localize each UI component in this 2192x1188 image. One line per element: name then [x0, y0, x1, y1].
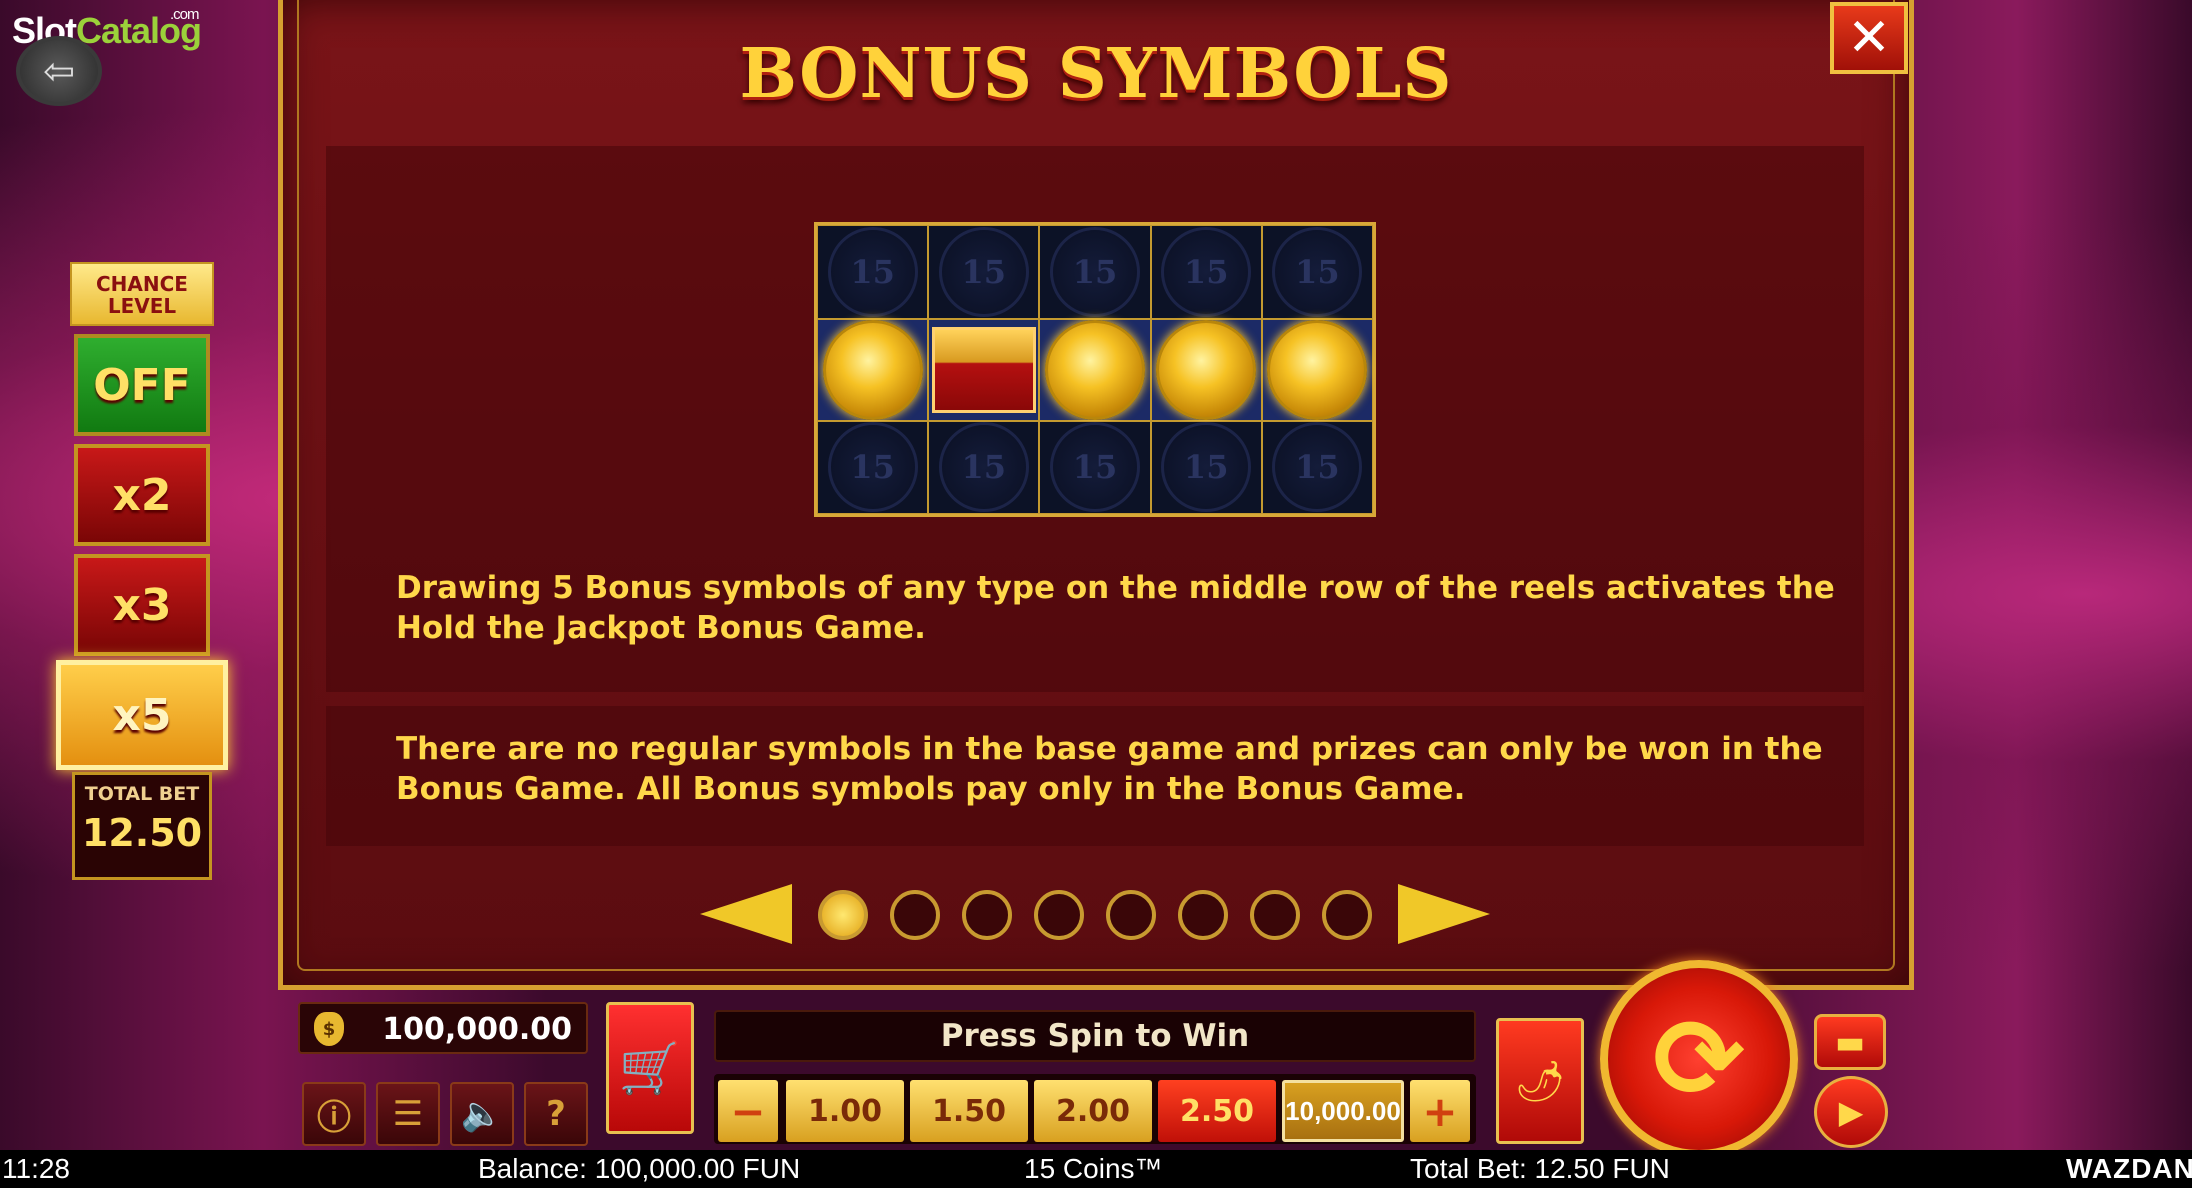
status-message: Press Spin to Win: [714, 1010, 1476, 1062]
wazdan-logo: WAZDAN: [2066, 1153, 2192, 1184]
page-dot-3[interactable]: [962, 890, 1012, 940]
footer-balance: Balance: 100,000.00 FUN: [478, 1153, 801, 1184]
inactive-coin-symbol: 15: [938, 422, 1029, 513]
page-dot-5[interactable]: [1106, 890, 1156, 940]
gold-coin-bonus-symbol: [1267, 319, 1368, 420]
game-name: 15 Coins™: [1024, 1153, 1163, 1184]
chance-x5-button[interactable]: x5: [56, 660, 228, 770]
balance-value: 100,000.00: [382, 1012, 572, 1047]
cart-icon: 🛒: [618, 1038, 682, 1097]
bet-option-selected[interactable]: 2.50: [1158, 1080, 1276, 1142]
page-dot-4[interactable]: [1034, 890, 1084, 940]
inactive-coin-symbol: 15: [827, 422, 918, 513]
inactive-coin-symbol: 15: [1272, 226, 1363, 317]
gold-coin-bonus-symbol: [822, 319, 923, 420]
bet-increase-button[interactable]: +: [1410, 1080, 1470, 1142]
prev-page-arrow-icon[interactable]: [700, 884, 792, 944]
page-dot-1[interactable]: [818, 890, 868, 940]
close-button[interactable]: ✕: [1830, 2, 1908, 74]
spin-button[interactable]: ⟳: [1600, 960, 1798, 1158]
gold-coin-bonus-symbol: [1044, 319, 1145, 420]
autoplay-button[interactable]: ▶: [1814, 1076, 1888, 1148]
money-bag-icon: $: [314, 1012, 344, 1046]
page-dot-2[interactable]: [890, 890, 940, 940]
bet-selector: − 1.00 1.50 2.00 2.50 10,000.00 +: [714, 1074, 1476, 1144]
inactive-coin-symbol: 15: [1161, 226, 1252, 317]
footer-total-bet: Total Bet: 12.50 FUN: [1410, 1153, 1670, 1184]
rule-text-activation: Drawing 5 Bonus symbols of any type on t…: [396, 570, 1835, 646]
page-dot-7[interactable]: [1250, 890, 1300, 940]
clock: 11:28: [2, 1153, 70, 1184]
bet-option[interactable]: 1.50: [910, 1080, 1028, 1142]
status-footer: 11:28 Balance: 100,000.00 FUN 15 Coins™ …: [0, 1150, 2192, 1188]
buy-feature-button[interactable]: 🛒: [606, 1002, 694, 1134]
inactive-coin-symbol: 15: [938, 226, 1029, 317]
bet-option[interactable]: 1.00: [786, 1080, 904, 1142]
next-page-arrow-icon[interactable]: [1398, 884, 1490, 944]
sound-icon[interactable]: 🔈: [450, 1082, 514, 1146]
chili-feature-button[interactable]: 🌶: [1496, 1018, 1584, 1144]
bet-option[interactable]: 2.00: [1034, 1080, 1152, 1142]
close-icon: ✕: [1847, 8, 1891, 68]
gold-coin-bonus-symbol: [1156, 319, 1257, 420]
treasure-chest-bonus-symbol: [931, 326, 1036, 413]
page-navigation: [700, 884, 1500, 944]
turbo-button[interactable]: ▬: [1814, 1014, 1886, 1070]
reel-illustration: 15 15 15 15 15 15 15 15 15 15: [814, 222, 1376, 517]
control-bar: $ 100,000.00 ⓘ ☰ 🔈 ? 🛒 Press Spin to Win…: [0, 960, 2192, 1158]
inactive-coin-symbol: 15: [1049, 226, 1140, 317]
autoplay-icon: ▶: [1838, 1093, 1864, 1131]
total-bet-display: TOTAL BET 12.50: [72, 772, 212, 880]
chance-level-panel: CHANCE LEVEL OFF x2 x3 x5 TOTAL BET 12.50: [56, 262, 228, 882]
page-dot-6[interactable]: [1178, 890, 1228, 940]
max-bet-option[interactable]: 10,000.00: [1282, 1080, 1404, 1142]
inactive-coin-symbol: 15: [1272, 422, 1363, 513]
balance-box: $ 100,000.00: [298, 1002, 588, 1054]
help-icon[interactable]: ?: [524, 1082, 588, 1146]
chance-off-button[interactable]: OFF: [74, 334, 210, 436]
chili-icon: 🌶: [1514, 1058, 1566, 1105]
inactive-coin-symbol: 15: [1049, 422, 1140, 513]
info-icon[interactable]: ⓘ: [302, 1082, 366, 1146]
chance-x3-button[interactable]: x3: [74, 554, 210, 656]
turtle-icon: ▬: [1834, 1023, 1866, 1061]
spin-arrows-icon: ⟳: [1652, 995, 1746, 1123]
bet-decrease-button[interactable]: −: [718, 1080, 778, 1142]
inactive-coin-symbol: 15: [1161, 422, 1252, 513]
rule-text-payout: There are no regular symbols in the base…: [396, 731, 1823, 807]
menu-icon[interactable]: ☰: [376, 1082, 440, 1146]
page-dot-8[interactable]: [1322, 890, 1372, 940]
inactive-coin-symbol: 15: [827, 226, 918, 317]
chance-level-title: CHANCE LEVEL: [70, 262, 214, 326]
chance-x2-button[interactable]: x2: [74, 444, 210, 546]
